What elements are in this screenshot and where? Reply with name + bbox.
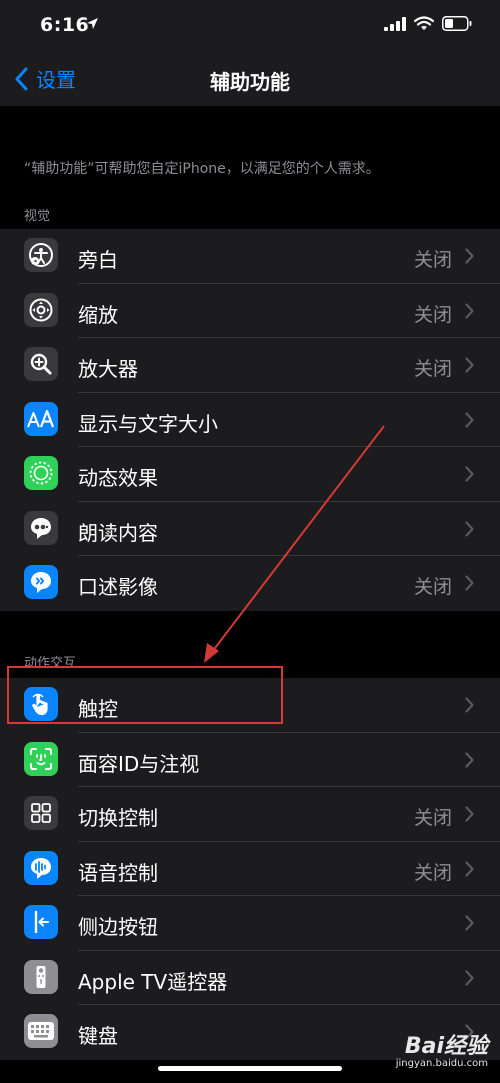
annotation-highlight-box [7,666,283,724]
annotation-arrow [204,425,385,663]
watermark-url: jingyan.baidu.com [395,1058,488,1069]
watermark-logo: Bai经验 [404,1034,488,1059]
watermark: Bai经验 jingyan.baidu.com [396,1028,488,1069]
home-indicator [158,1066,342,1071]
